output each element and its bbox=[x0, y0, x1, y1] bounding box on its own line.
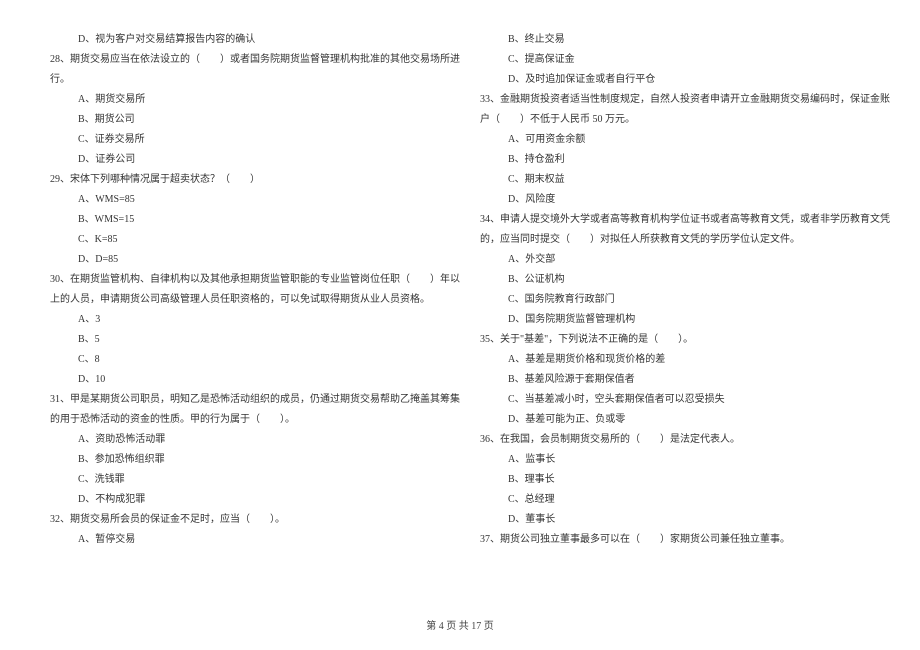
option-line: C、K=85 bbox=[50, 230, 440, 250]
option-line: A、基差是期货价格和现货价格的差 bbox=[480, 350, 870, 370]
option-line: C、提高保证金 bbox=[480, 50, 870, 70]
option-line: B、持仓盈利 bbox=[480, 150, 870, 170]
option-line: B、基差风险源于套期保值者 bbox=[480, 370, 870, 390]
option-line: D、D=85 bbox=[50, 250, 440, 270]
option-line: B、理事长 bbox=[480, 470, 870, 490]
option-line: B、公证机构 bbox=[480, 270, 870, 290]
option-line: C、期末权益 bbox=[480, 170, 870, 190]
option-line: B、5 bbox=[50, 330, 440, 350]
option-line: C、8 bbox=[50, 350, 440, 370]
question-line: 34、申请人提交境外大学或者高等教育机构学位证书或者高等教育文凭，或者非学历教育… bbox=[480, 210, 870, 230]
question-line: 上的人员，申请期货公司高级管理人员任职资格的，可以免试取得期货从业人员资格。 bbox=[50, 290, 440, 310]
question-line: 行。 bbox=[50, 70, 440, 90]
option-line: C、洗钱罪 bbox=[50, 470, 440, 490]
option-line: B、期货公司 bbox=[50, 110, 440, 130]
option-line: A、资助恐怖活动罪 bbox=[50, 430, 440, 450]
question-line: 36、在我国，会员制期货交易所的（ ）是法定代表人。 bbox=[480, 430, 870, 450]
question-line: 33、金融期货投资者适当性制度规定，自然人投资者申请开立金融期货交易编码时，保证… bbox=[480, 90, 870, 110]
option-line: A、监事长 bbox=[480, 450, 870, 470]
question-line: 30、在期货监管机构、自律机构以及其他承担期货监管职能的专业监管岗位任职（ ）年… bbox=[50, 270, 440, 290]
option-line: D、基差可能为正、负或零 bbox=[480, 410, 870, 430]
option-line: C、证券交易所 bbox=[50, 130, 440, 150]
option-line: C、总经理 bbox=[480, 490, 870, 510]
option-line: A、暂停交易 bbox=[50, 530, 440, 550]
page-footer: 第 4 页 共 17 页 bbox=[0, 617, 920, 632]
question-line: 28、期货交易应当在依法设立的（ ）或者国务院期货监督管理机构批准的其他交易场所… bbox=[50, 50, 440, 70]
document-content: D、视为客户对交易结算报告内容的确认28、期货交易应当在依法设立的（ ）或者国务… bbox=[0, 30, 920, 550]
option-line: D、风险度 bbox=[480, 190, 870, 210]
option-line: D、10 bbox=[50, 370, 440, 390]
question-line: 29、宋体下列哪种情况属于超卖状态？（ ） bbox=[50, 170, 440, 190]
question-line: 32、期货交易所会员的保证金不足时，应当（ ）。 bbox=[50, 510, 440, 530]
question-line: 35、关于"基差"，下列说法不正确的是（ ）。 bbox=[480, 330, 870, 350]
option-line: A、外交部 bbox=[480, 250, 870, 270]
option-line: A、可用资金余额 bbox=[480, 130, 870, 150]
option-line: D、董事长 bbox=[480, 510, 870, 530]
question-line: 的用于恐怖活动的资金的性质。甲的行为属于（ ）。 bbox=[50, 410, 440, 430]
option-line: C、国务院教育行政部门 bbox=[480, 290, 870, 310]
option-line: A、WMS=85 bbox=[50, 190, 440, 210]
question-line: 的，应当同时提交（ ）对拟任人所获教育文凭的学历学位认定文件。 bbox=[480, 230, 870, 250]
option-line: D、视为客户对交易结算报告内容的确认 bbox=[50, 30, 440, 50]
left-column: D、视为客户对交易结算报告内容的确认28、期货交易应当在依法设立的（ ）或者国务… bbox=[30, 30, 460, 550]
option-line: D、不构成犯罪 bbox=[50, 490, 440, 510]
option-line: D、证券公司 bbox=[50, 150, 440, 170]
option-line: D、国务院期货监督管理机构 bbox=[480, 310, 870, 330]
option-line: B、参加恐怖组织罪 bbox=[50, 450, 440, 470]
right-column: B、终止交易C、提高保证金D、及时追加保证金或者自行平仓33、金融期货投资者适当… bbox=[460, 30, 890, 550]
question-line: 31、甲是某期货公司职员，明知乙是恐怖活动组织的成员，仍通过期货交易帮助乙掩盖其… bbox=[50, 390, 440, 410]
question-line: 户（ ）不低于人民币 50 万元。 bbox=[480, 110, 870, 130]
option-line: B、终止交易 bbox=[480, 30, 870, 50]
option-line: A、期货交易所 bbox=[50, 90, 440, 110]
question-line: 37、期货公司独立董事最多可以在（ ）家期货公司兼任独立董事。 bbox=[480, 530, 870, 550]
option-line: C、当基差减小时，空头套期保值者可以忍受损失 bbox=[480, 390, 870, 410]
option-line: D、及时追加保证金或者自行平仓 bbox=[480, 70, 870, 90]
option-line: B、WMS=15 bbox=[50, 210, 440, 230]
option-line: A、3 bbox=[50, 310, 440, 330]
